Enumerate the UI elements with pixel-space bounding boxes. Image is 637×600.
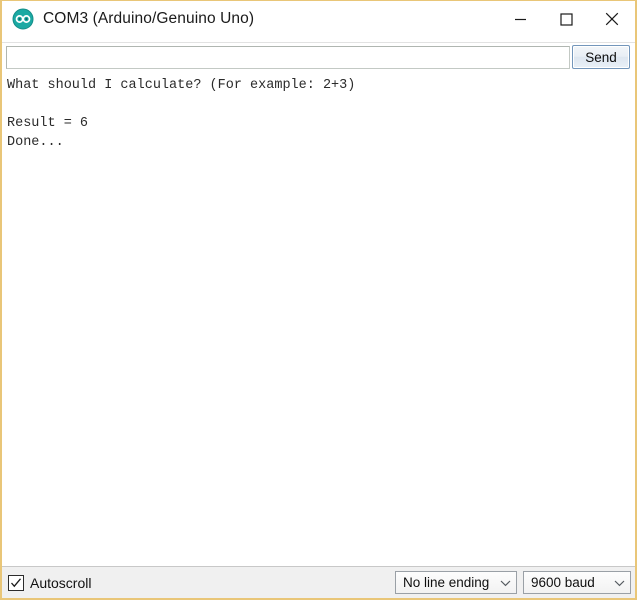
serial-monitor-window: COM3 (Arduino/Genuino Uno) Send What sho… — [0, 0, 637, 600]
autoscroll-label: Autoscroll — [30, 574, 92, 591]
title-bar: COM3 (Arduino/Genuino Uno) — [2, 1, 635, 37]
baud-rate-dropdown[interactable]: 9600 baud — [523, 571, 631, 594]
maximize-button[interactable] — [543, 1, 589, 37]
chevron-down-icon — [498, 579, 512, 587]
minimize-button[interactable] — [497, 1, 543, 37]
console-output-text: What should I calculate? (For example: 2… — [2, 71, 635, 566]
line-ending-value: No line ending — [403, 575, 490, 590]
autoscroll-checkbox[interactable] — [8, 574, 24, 591]
line-ending-dropdown[interactable]: No line ending — [395, 571, 517, 594]
send-button[interactable]: Send — [572, 45, 630, 69]
chevron-down-icon — [612, 579, 626, 587]
status-bar: Autoscroll No line ending 9600 baud — [2, 566, 635, 598]
arduino-infinity-icon — [12, 8, 34, 30]
autoscroll-checkbox-group[interactable]: Autoscroll — [8, 574, 92, 591]
baud-rate-value: 9600 baud — [531, 575, 595, 590]
window-controls — [497, 1, 635, 37]
console-output-area[interactable]: What should I calculate? (For example: 2… — [2, 71, 635, 566]
send-bar: Send — [2, 43, 635, 71]
window-title: COM3 (Arduino/Genuino Uno) — [43, 10, 255, 27]
serial-send-input[interactable] — [6, 45, 570, 69]
close-button[interactable] — [589, 1, 635, 37]
checkmark-icon — [11, 577, 21, 587]
